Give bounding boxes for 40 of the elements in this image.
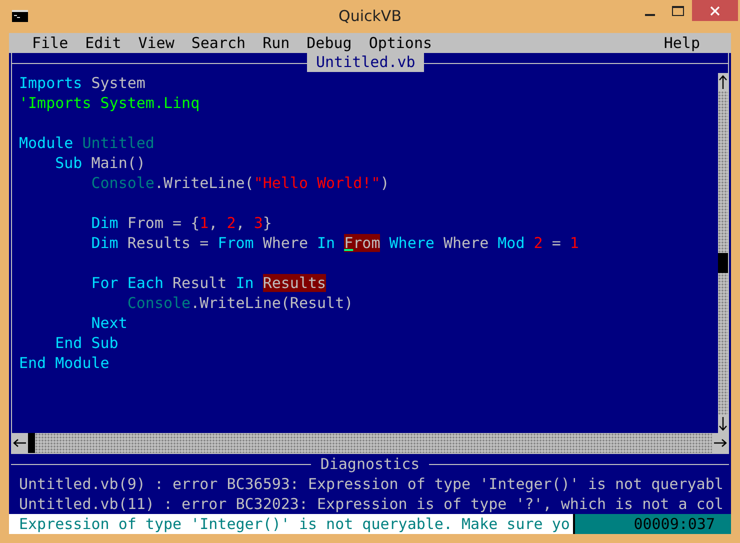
code-line: Next [90,313,128,333]
code-line: Module Untitled [19,133,154,153]
status-message: Expression of type 'Integer()' is not queryable. Make sure yo [9,514,573,534]
left-arrow-icon[interactable] [12,438,28,448]
console-icon [12,10,28,22]
code-line: Dim From = {1, 2, 3} [90,213,272,233]
menu-item[interactable]: Options [364,33,436,53]
error-message[interactable]: Untitled.vb(11) : error BC32023: Expression is of type '?', which is not a col [11,494,729,514]
code-line: End Sub [54,333,118,353]
code-line: Console.WriteLine(Result) [126,293,354,313]
code-line: Imports System [19,73,146,93]
code-line: Sub Main() [54,153,146,173]
code-line: Dim Results = From Where In From Where Where Mod 2 = 1 [90,233,579,253]
scroll-thumb[interactable] [28,433,35,453]
maximize-icon [672,6,684,16]
down-arrow-icon[interactable] [718,415,728,433]
vertical-scrollbar[interactable] [718,73,728,433]
code-line: For Each Result In Results [90,273,326,293]
menu-item[interactable]: Help [660,33,704,53]
scroll-thumb[interactable] [718,253,728,273]
minimize-icon [645,14,655,16]
horizontal-scrollbar[interactable] [12,433,728,453]
right-arrow-icon[interactable] [712,438,728,448]
code-line: 'Imports System.Linq [19,93,200,113]
menu-item[interactable]: Edit [81,33,126,53]
window-title: QuickVB [338,7,402,25]
close-button[interactable] [692,0,738,21]
menu-item[interactable]: Search [187,33,250,53]
code-line: End Module [19,353,110,373]
up-arrow-icon[interactable] [718,73,728,91]
file-tab[interactable]: Untitled.vb [307,53,424,72]
menu-item[interactable]: File [28,33,72,53]
menu-item[interactable]: View [134,33,178,53]
error-message[interactable]: Untitled.vb(9) : error BC36593: Expression of type 'Integer()' is not queryabl [11,474,729,494]
menu-item[interactable]: Debug [302,33,356,53]
cursor-position: 00009:037 [573,514,731,534]
panel-title: Diagnostics [319,454,421,474]
code-line: Console.WriteLine("Hello World!") [90,173,390,193]
close-icon [710,6,720,16]
menu-item[interactable]: Run [258,33,294,53]
